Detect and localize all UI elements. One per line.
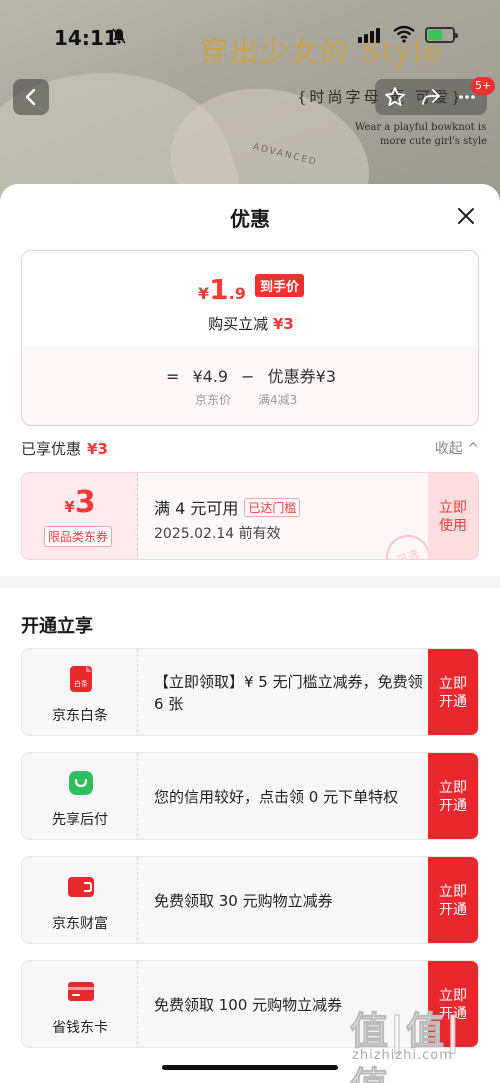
baitiao-icon: 白条 bbox=[70, 666, 92, 692]
offer-name: 京东白条 bbox=[52, 708, 108, 724]
final-price-tag: 到手价 bbox=[254, 274, 304, 297]
final-price: ¥1.9 bbox=[198, 273, 246, 306]
price-decimal: .9 bbox=[228, 284, 246, 303]
final-price-row: ¥1.9 到手价 bbox=[22, 273, 478, 306]
activate-button[interactable]: 立即开通 bbox=[428, 753, 478, 839]
offer-card-wealth[interactable]: 京东财富 免费领取 30 元购物立减券 立即开通 bbox=[21, 856, 479, 944]
baitiao-icon-label: 白条 bbox=[74, 679, 88, 688]
star-icon[interactable] bbox=[383, 85, 407, 109]
battery-icon bbox=[425, 27, 458, 43]
caption-jd-price: 京东价 bbox=[195, 393, 232, 407]
sheet-title: 优惠 bbox=[230, 207, 270, 231]
close-icon[interactable] bbox=[456, 206, 476, 226]
currency-symbol: ¥ bbox=[64, 498, 75, 516]
formula-jd-price: ¥4.9 bbox=[192, 367, 229, 386]
caption-coupon-rule: 满4减3 bbox=[258, 393, 298, 407]
back-button[interactable] bbox=[13, 79, 49, 115]
discount-sheet: 优惠 ¥1.9 到手价 购买立减 ¥3 = ¥4.9 − 优惠券¥3 京东价 满… bbox=[0, 184, 500, 1083]
wifi-icon bbox=[393, 25, 415, 43]
offer-brand-panel: 白条 京东白条 bbox=[22, 649, 138, 735]
coupon-card: ¥3 限品类东券 满 4 元可用 已达门槛 2025.02.14 前有效 已选 立… bbox=[21, 472, 479, 560]
offer-name: 先享后付 bbox=[52, 812, 108, 828]
collapse-toggle[interactable]: 收起 ^ bbox=[435, 438, 479, 458]
price-formula: = ¥4.9 − 优惠券¥3 bbox=[22, 363, 478, 387]
offer-brand-panel: 省钱东卡 bbox=[22, 961, 138, 1047]
threshold-reached-tag: 已达门槛 bbox=[244, 498, 301, 517]
notification-badge: 5+ bbox=[471, 77, 496, 95]
coupon-condition: 满 4 元可用 已达门槛 bbox=[154, 495, 301, 519]
offer-card-baitiao[interactable]: 白条 京东白条 【立即领取】¥ 5 无门槛立减券，免费领 6 张 立即开通 bbox=[21, 648, 479, 736]
offer-name: 京东财富 bbox=[52, 916, 108, 932]
currency-symbol: ¥ bbox=[198, 284, 210, 303]
price-breakdown-card: ¥1.9 到手价 购买立减 ¥3 = ¥4.9 − 优惠券¥3 京东价 满4减3 bbox=[21, 250, 479, 426]
activate-button[interactable]: 立即开通 bbox=[428, 649, 478, 735]
section-divider bbox=[0, 576, 500, 588]
reduce-value: ¥3 bbox=[272, 315, 294, 333]
formula-minus: − bbox=[241, 367, 255, 386]
silent-bell-icon bbox=[112, 28, 126, 44]
wallet-icon bbox=[68, 877, 94, 897]
cellular-signal-icon bbox=[358, 28, 380, 43]
offer-name: 省钱东卡 bbox=[52, 1020, 108, 1036]
use-now-button[interactable]: 立即使用 bbox=[428, 473, 478, 559]
watermark-logo: 值|值|值 bbox=[350, 1009, 462, 1083]
enjoyed-label: 已享优惠 bbox=[21, 440, 82, 458]
coupon-amount-panel: ¥3 限品类东券 bbox=[22, 473, 138, 559]
offer-description: 免费领取 30 元购物立减券 bbox=[154, 892, 333, 910]
formula-coupon: 优惠券¥3 bbox=[267, 367, 337, 386]
offer-description: 【立即领取】¥ 5 无门槛立减券，免费领 6 张 bbox=[154, 673, 423, 713]
home-indicator[interactable] bbox=[162, 1065, 338, 1070]
formula-equals: = bbox=[165, 367, 180, 386]
status-time: 14:11 bbox=[54, 26, 118, 50]
coupon-validity: 2025.02.14 前有效 bbox=[154, 526, 281, 542]
banner-english-line: more cute girl's style bbox=[380, 136, 488, 147]
section-title: 开通立享 bbox=[21, 616, 93, 637]
status-bar: 14:11 bbox=[0, 0, 500, 70]
price-integer: 1 bbox=[209, 273, 229, 306]
activate-button[interactable]: 立即开通 bbox=[428, 857, 478, 943]
coupon-condition-text: 满 4 元可用 bbox=[154, 499, 239, 518]
instant-reduce-row: 购买立减 ¥3 bbox=[22, 313, 478, 334]
coupon-type-tag: 限品类东券 bbox=[44, 526, 113, 547]
reduce-label: 购买立减 bbox=[208, 315, 269, 333]
offer-brand-panel: 先享后付 bbox=[22, 753, 138, 839]
share-icon[interactable] bbox=[419, 85, 443, 109]
chevron-left-icon bbox=[25, 88, 36, 106]
card-icon bbox=[68, 982, 94, 1001]
coupon-amount: ¥3 bbox=[22, 485, 138, 520]
offer-card-pay-later[interactable]: 先享后付 您的信用较好，点击领 0 元下单特权 立即开通 bbox=[21, 752, 479, 840]
offer-description: 您的信用较好，点击领 0 元下单特权 bbox=[154, 788, 399, 806]
enjoyed-discount-row: 已享优惠 ¥3 收起 ^ bbox=[21, 438, 479, 460]
offer-brand-panel: 京东财富 bbox=[22, 857, 138, 943]
banner-english-line: Wear a playful bowknot is bbox=[355, 122, 487, 133]
enjoyed-value: ¥3 bbox=[87, 440, 108, 458]
coupon-amount-number: 3 bbox=[74, 485, 96, 520]
watermark-url: zhizhizhi.com bbox=[352, 1048, 453, 1063]
shopping-bag-icon bbox=[69, 771, 93, 795]
